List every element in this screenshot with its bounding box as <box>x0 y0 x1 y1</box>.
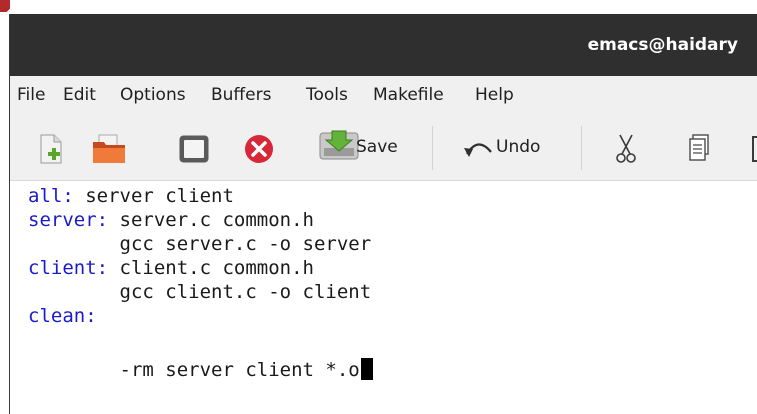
code-text: client.c common.h <box>108 257 314 279</box>
menu-bar: File Edit Options Buffers Tools Makefile… <box>10 76 757 116</box>
window-title: emacs@haidary <box>587 35 738 55</box>
scissors-icon[interactable] <box>615 134 637 168</box>
code-text: gcc client.c -o client <box>28 281 372 303</box>
toolbar-separator <box>432 126 433 170</box>
code-text: server client <box>73 185 234 207</box>
code-line: all: server client <box>28 184 234 208</box>
text-cursor <box>360 358 373 380</box>
window-titlebar[interactable]: emacs@haidary <box>10 14 757 76</box>
copy-icon[interactable] <box>688 134 710 166</box>
undo-button[interactable]: Undo <box>496 135 540 159</box>
menu-edit[interactable]: Edit <box>63 84 96 106</box>
open-folder-icon[interactable] <box>91 134 127 168</box>
code-line: gcc client.c -o client <box>28 280 372 304</box>
desktop-top <box>10 0 757 14</box>
tool-bar: Save Undo <box>10 116 757 181</box>
menu-help[interactable]: Help <box>475 84 514 106</box>
menu-buffers[interactable]: Buffers <box>211 84 271 106</box>
menu-options[interactable]: Options <box>120 84 186 106</box>
save-button[interactable]: Save <box>356 135 398 159</box>
code-line: gcc server.c -o server <box>28 232 372 256</box>
editor-buffer[interactable]: all: server client server: server.c comm… <box>10 181 757 414</box>
undo-icon[interactable] <box>463 138 493 162</box>
make-target: clean: <box>28 305 97 327</box>
code-line: clean: <box>28 304 97 328</box>
save-icon[interactable] <box>319 130 359 164</box>
make-target: server: <box>28 209 109 231</box>
code-text: server.c common.h <box>108 209 314 231</box>
code-line: -rm server client *.o <box>28 358 373 382</box>
make-target: all: <box>28 185 74 207</box>
menu-makefile[interactable]: Makefile <box>373 84 444 106</box>
paste-icon[interactable] <box>751 136 757 166</box>
toolbar-separator <box>581 126 582 170</box>
desktop-edge <box>0 0 9 414</box>
make-target: client: <box>28 257 109 279</box>
close-icon[interactable] <box>243 134 275 168</box>
code-text: gcc server.c -o server <box>28 233 372 255</box>
window-icon[interactable] <box>178 134 210 168</box>
code-text: -rm server client *.o <box>28 359 360 381</box>
code-line: server: server.c common.h <box>28 208 314 232</box>
menu-file[interactable]: File <box>17 84 45 106</box>
code-line: client: client.c common.h <box>28 256 314 280</box>
menu-tools[interactable]: Tools <box>306 84 348 106</box>
new-file-icon[interactable] <box>40 134 62 168</box>
